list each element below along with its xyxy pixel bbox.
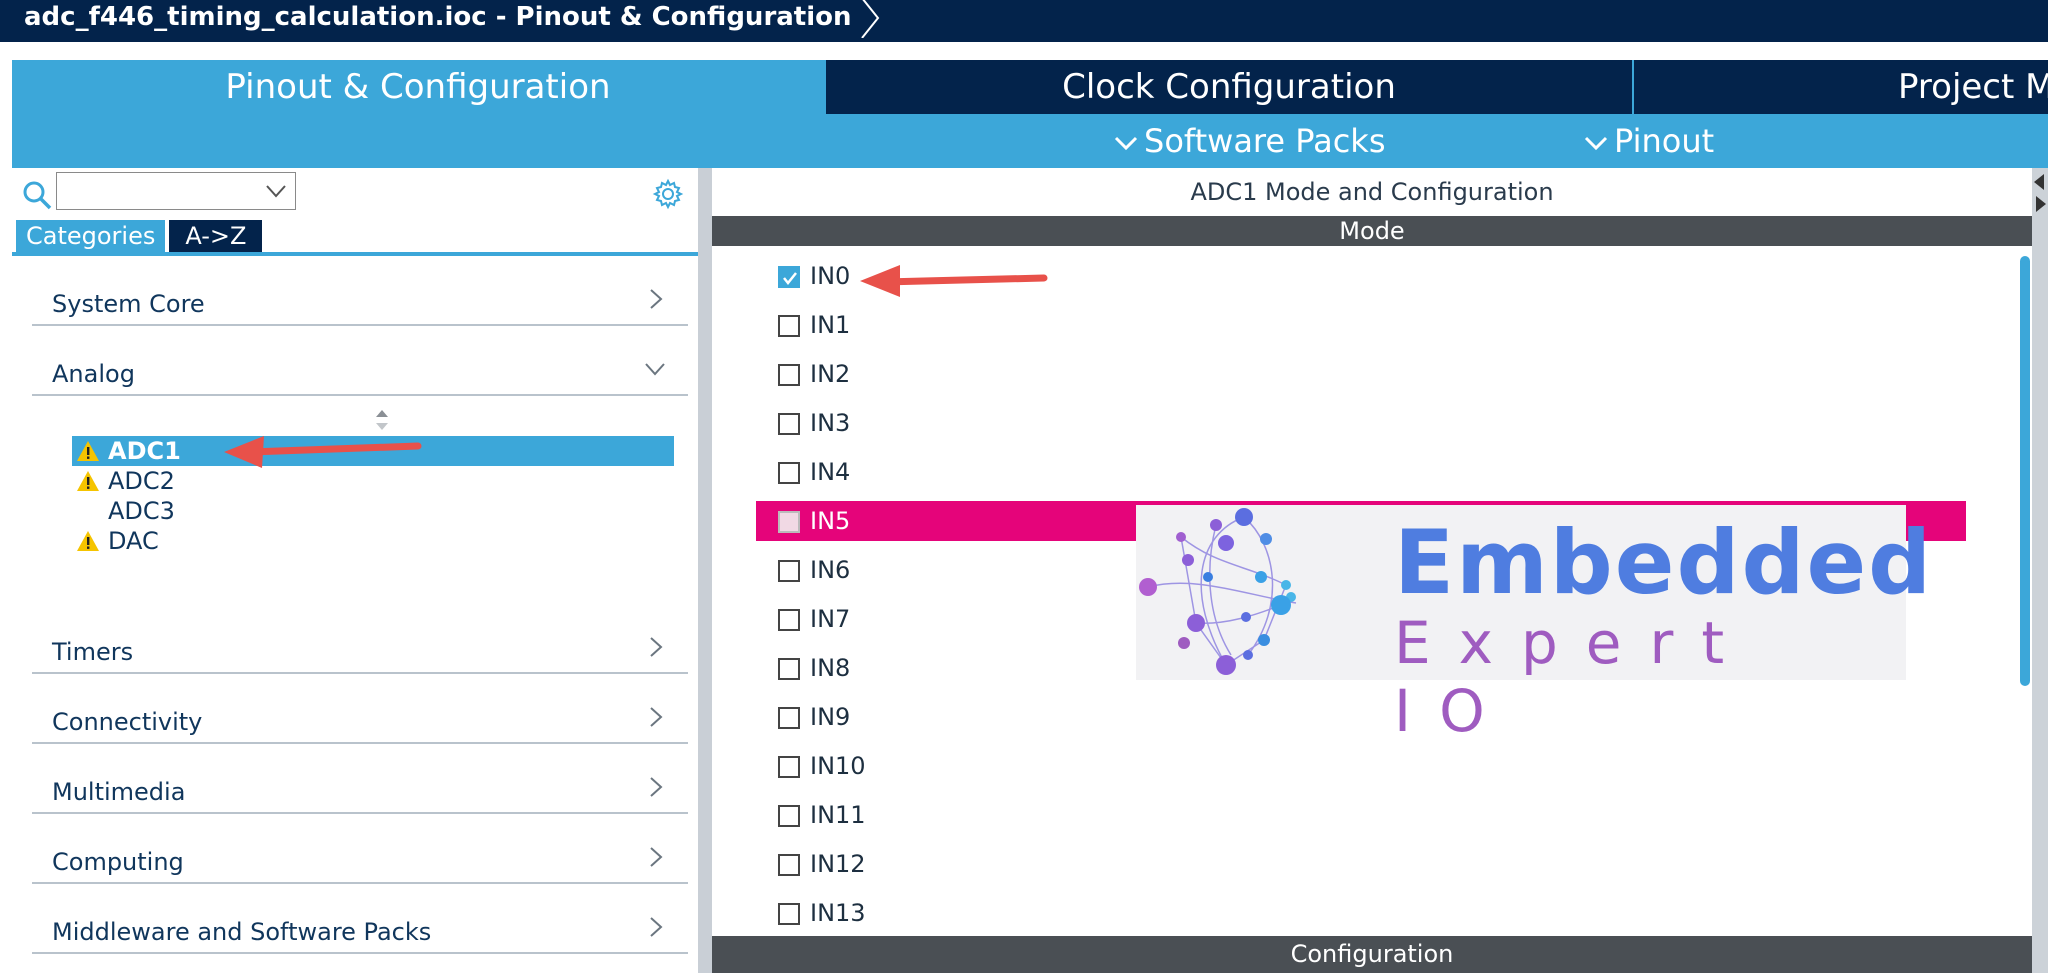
annotation-arrows xyxy=(224,265,1048,468)
arrow-to-adc1-icon xyxy=(224,436,422,468)
arrow-to-in0-icon xyxy=(860,265,1048,297)
